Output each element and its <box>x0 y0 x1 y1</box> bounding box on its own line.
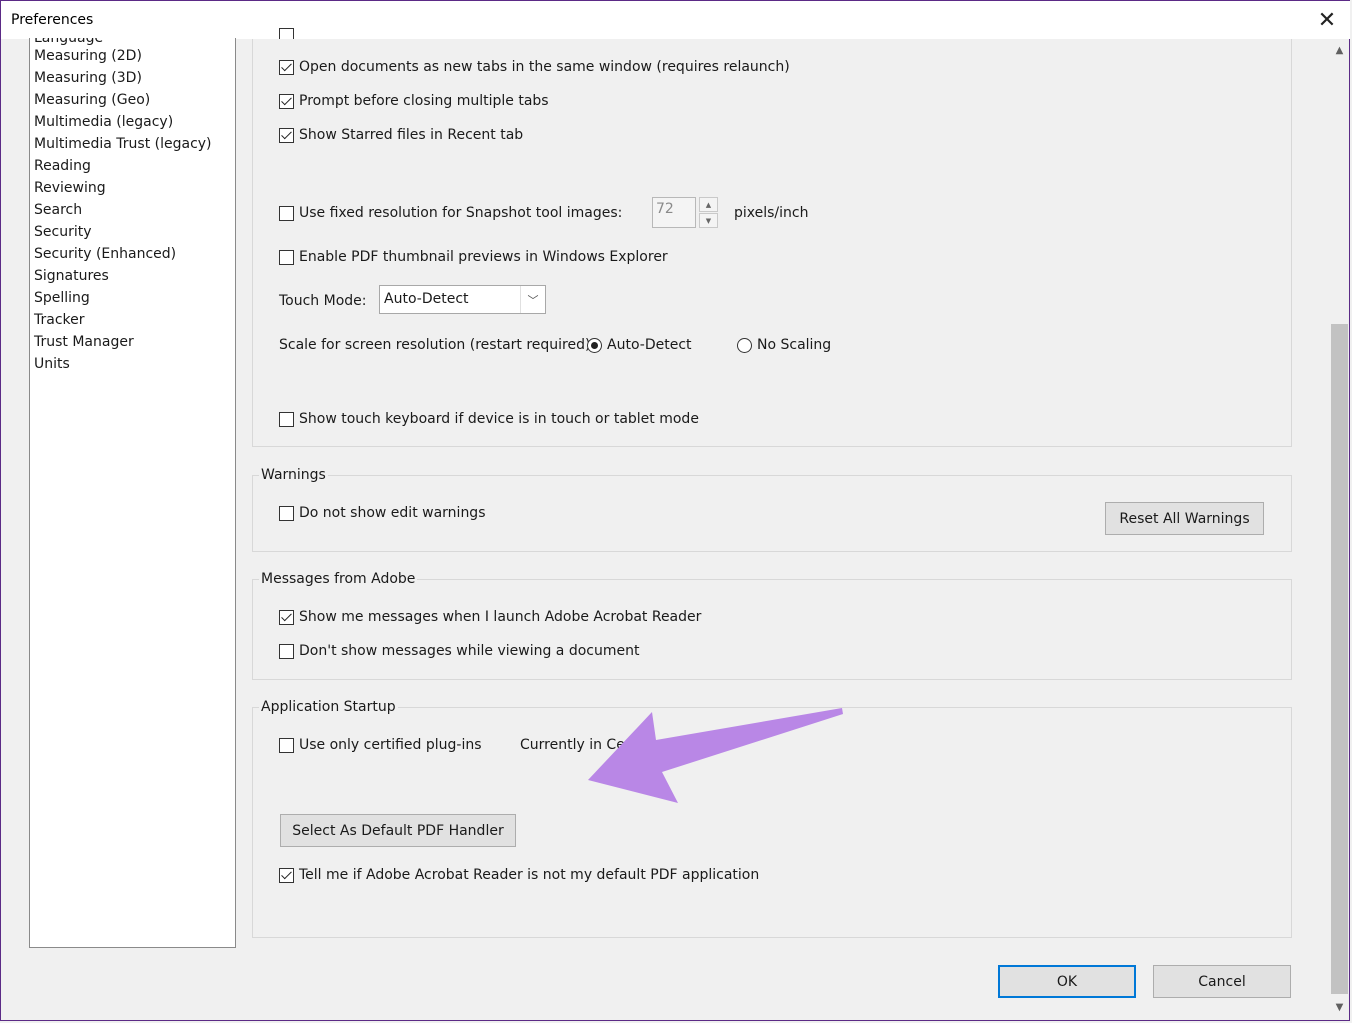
reset-warnings-button[interactable]: Reset All Warnings <box>1105 502 1264 535</box>
certified-plugins-checkbox[interactable] <box>279 738 294 753</box>
chevron-down-icon[interactable]: ﹀ <box>520 286 545 313</box>
tell-me-default-label: Tell me if Adobe Acrobat Reader is not m… <box>299 867 760 883</box>
scale-none-radio[interactable] <box>737 338 752 353</box>
scale-none-label: No Scaling <box>757 337 832 353</box>
prompt-close-checkbox[interactable] <box>279 94 294 109</box>
sidebar-item-units[interactable]: Units <box>34 353 70 375</box>
show-on-launch-label: Show me messages when I launch Adobe Acr… <box>299 609 702 625</box>
touch-mode-value: Auto-Detect <box>384 291 469 307</box>
sidebar-item-multimedia-legacy[interactable]: Multimedia (legacy) <box>34 111 173 133</box>
sidebar-item-measuring-geo[interactable]: Measuring (Geo) <box>34 89 150 111</box>
sidebar-item-signatures[interactable]: Signatures <box>34 265 109 287</box>
spin-up-icon[interactable]: ▲ <box>699 197 718 212</box>
prompt-close-label: Prompt before closing multiple tabs <box>299 93 549 109</box>
sidebar-item-tracker[interactable]: Tracker <box>34 309 85 331</box>
thumbnail-preview-checkbox[interactable] <box>279 250 294 265</box>
annotation-arrow-shape <box>588 708 843 803</box>
sidebar-item-multimedia-trust[interactable]: Multimedia Trust (legacy) <box>34 133 212 155</box>
sidebar-item-security-enhanced[interactable]: Security (Enhanced) <box>34 243 176 265</box>
snapshot-res-unit: pixels/inch <box>734 205 809 221</box>
scrollbar-thumb[interactable] <box>1331 324 1348 994</box>
default-pdf-handler-button[interactable]: Select As Default PDF Handler <box>280 814 516 847</box>
touch-keyboard-label: Show touch keyboard if device is in touc… <box>299 411 699 427</box>
sidebar-item-search[interactable]: Search <box>34 199 82 221</box>
ok-button[interactable]: OK <box>998 965 1136 998</box>
dont-show-viewing-checkbox[interactable] <box>279 644 294 659</box>
thumbnail-preview-label: Enable PDF thumbnail previews in Windows… <box>299 249 668 265</box>
open-tabs-checkbox[interactable] <box>279 60 294 75</box>
sidebar-item-reviewing[interactable]: Reviewing <box>34 177 106 199</box>
sidebar-item-trust-manager[interactable]: Trust Manager <box>34 331 134 353</box>
scroll-down-icon[interactable]: ▼ <box>1330 996 1349 1018</box>
show-on-launch-checkbox[interactable] <box>279 610 294 625</box>
cancel-button[interactable]: Cancel <box>1153 965 1291 998</box>
open-tabs-label: Open documents as new tabs in the same w… <box>299 59 790 75</box>
spin-down-icon[interactable]: ▼ <box>699 213 718 228</box>
messages-title: Messages from Adobe <box>259 570 418 588</box>
sidebar-item-measuring-2d[interactable]: Measuring (2D) <box>34 45 142 67</box>
close-icon[interactable]: ✕ <box>1312 5 1342 35</box>
scale-auto-label: Auto-Detect <box>607 337 692 353</box>
sidebar-item-measuring-3d[interactable]: Measuring (3D) <box>34 67 142 89</box>
starred-recent-label: Show Starred files in Recent tab <box>299 127 524 143</box>
partial-checkbox[interactable] <box>279 28 294 39</box>
touch-mode-select[interactable]: Auto-Detect ﹀ <box>379 285 546 314</box>
starred-recent-checkbox[interactable] <box>279 128 294 143</box>
scrollbar[interactable]: ▲ ▼ <box>1330 39 1349 1018</box>
tell-me-default-checkbox[interactable] <box>279 868 294 883</box>
startup-title: Application Startup <box>259 698 398 716</box>
certified-plugins-label: Use only certified plug-ins <box>299 737 482 753</box>
snapshot-res-input[interactable]: 72 <box>652 197 696 228</box>
sidebar-item-spelling[interactable]: Spelling <box>34 287 90 309</box>
snapshot-res-stepper[interactable]: ▲ ▼ <box>699 197 718 228</box>
categories-list[interactable]: Language Measuring (2D) Measuring (3D) M… <box>29 38 236 948</box>
no-edit-warnings-label: Do not show edit warnings <box>299 505 486 521</box>
snapshot-res-checkbox[interactable] <box>279 206 294 221</box>
scale-label: Scale for screen resolution (restart req… <box>279 337 596 353</box>
sidebar-item-security[interactable]: Security <box>34 221 92 243</box>
scale-auto-radio[interactable] <box>587 338 602 353</box>
annotation-arrow-icon <box>588 708 843 803</box>
title-bar: Preferences ✕ <box>1 1 1350 39</box>
window-title: Preferences <box>11 12 94 28</box>
warnings-title: Warnings <box>259 466 328 484</box>
touch-mode-label: Touch Mode: <box>279 293 367 309</box>
no-edit-warnings-checkbox[interactable] <box>279 506 294 521</box>
dont-show-viewing-label: Don't show messages while viewing a docu… <box>299 643 640 659</box>
touch-keyboard-checkbox[interactable] <box>279 412 294 427</box>
snapshot-res-label: Use fixed resolution for Snapshot tool i… <box>299 205 623 221</box>
sidebar-item-reading[interactable]: Reading <box>34 155 91 177</box>
scroll-up-icon[interactable]: ▲ <box>1330 39 1349 61</box>
messages-group <box>252 579 1292 680</box>
